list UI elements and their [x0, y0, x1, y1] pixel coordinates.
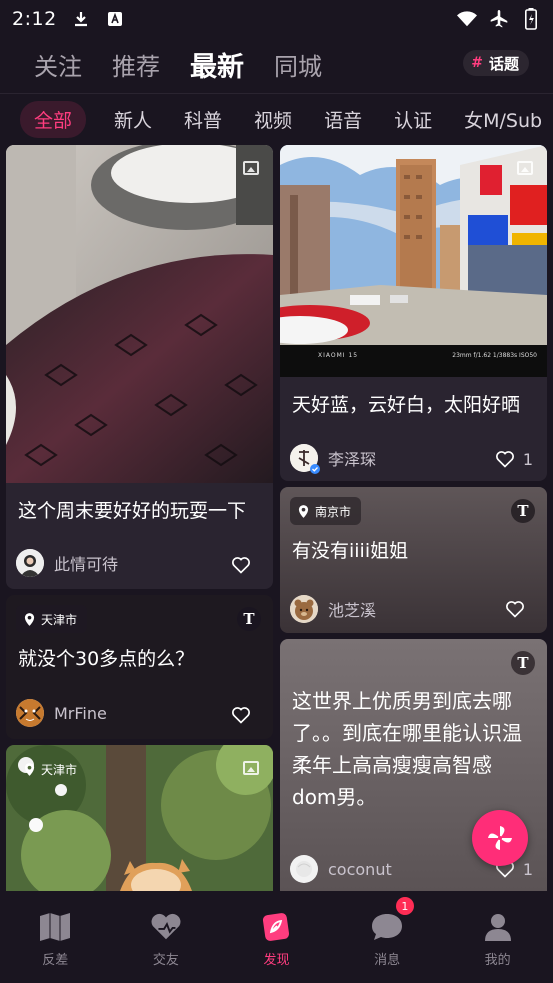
- category-all[interactable]: 全部: [20, 100, 87, 138]
- app-notification-icon: [105, 9, 125, 29]
- author-name: coconut: [328, 859, 392, 879]
- chat-icon: [370, 911, 404, 943]
- like-button[interactable]: [231, 705, 259, 725]
- camera-watermark-model: XIAOMI 15: [318, 352, 359, 359]
- post-title: 这世界上优质男到底去哪了。。到底在哪里能认识温柔年上高高瘦瘦高智感dom男。: [292, 689, 522, 809]
- like-button[interactable]: [231, 555, 259, 575]
- post-card[interactable]: XIAOMI 15 23mm f/1.62 1/3883s ISO50 天好蓝，…: [280, 145, 547, 481]
- like-count: 1: [522, 449, 533, 469]
- category-voice[interactable]: 语音: [324, 106, 362, 133]
- location-tag: 天津市: [16, 605, 88, 633]
- nav-profile[interactable]: 我的: [442, 891, 553, 983]
- author-name: 此情可待: [54, 555, 119, 574]
- post-card[interactable]: 天津市 T 就没个30多点的么？ MrFine: [6, 595, 273, 739]
- camera-watermark-params: 23mm f/1.62 1/3883s ISO50: [452, 352, 537, 359]
- create-post-button[interactable]: [472, 810, 528, 866]
- post-photo: [6, 145, 273, 483]
- tab-following[interactable]: 关注: [34, 47, 82, 82]
- post-title: 天好蓝，云好白，太阳好晒: [292, 394, 521, 416]
- post-title: 就没个30多点的么？: [18, 648, 195, 670]
- post-feed[interactable]: 这个周末要好好的玩耍一下 此情可待 天津市 T 就没个30多点的么？ MrFin…: [0, 143, 553, 891]
- post-author[interactable]: 池芝溪: [290, 595, 376, 623]
- heart-outline-icon: [232, 557, 250, 574]
- nav-label: 我的: [484, 953, 511, 968]
- battery-charging-icon: [521, 8, 541, 30]
- post-card[interactable]: 天津市: [6, 745, 273, 891]
- text-post-icon: T: [511, 651, 535, 675]
- post-author[interactable]: 此情可待: [16, 549, 118, 577]
- nav-discover[interactable]: 发现: [221, 891, 332, 983]
- avatar: [290, 855, 318, 883]
- airplane-mode-icon: [489, 9, 509, 29]
- avatar: [290, 444, 320, 474]
- book-icon: [38, 911, 72, 943]
- clock: 2:12: [12, 8, 57, 30]
- profile-icon: [481, 911, 515, 943]
- post-card[interactable]: 南京市 T 有没有iiii姐姐 池芝溪: [280, 487, 547, 633]
- download-icon: [71, 9, 91, 29]
- post-author[interactable]: MrFine: [16, 699, 107, 727]
- topic-button-label: 话题: [488, 54, 519, 73]
- heart-icon: [149, 911, 183, 943]
- image-type-icon: [243, 761, 259, 775]
- post-author[interactable]: 李泽琛: [290, 444, 377, 474]
- like-button[interactable]: 1: [495, 449, 533, 469]
- heart-outline-icon: [506, 601, 524, 618]
- location-label: 天津市: [41, 762, 78, 777]
- location-pin-icon: [24, 612, 35, 626]
- location-label: 天津市: [41, 612, 78, 627]
- bottom-nav: 反差 交友 发现 1 消息 我的: [0, 891, 553, 983]
- category-female-sub[interactable]: 女M/Sub: [464, 106, 542, 133]
- image-type-icon: [517, 161, 533, 175]
- avatar: [290, 595, 318, 623]
- nav-label: 消息: [374, 953, 401, 968]
- category-tab-bar: 全部 新人 科普 视频 语音 认证 女M/Sub: [0, 98, 553, 140]
- hashtag-icon: #: [471, 55, 483, 71]
- text-post-icon: T: [511, 499, 535, 523]
- post-author[interactable]: coconut: [290, 855, 392, 883]
- nav-dating[interactable]: 交友: [111, 891, 222, 983]
- discover-icon: [259, 911, 293, 943]
- heart-outline-icon: [232, 707, 250, 724]
- nav-label: 反差: [42, 953, 69, 968]
- nav-contrast[interactable]: 反差: [0, 891, 111, 983]
- avatar: [16, 549, 44, 577]
- author-name: 李泽琛: [328, 450, 377, 469]
- tab-nearby[interactable]: 同城: [274, 47, 322, 82]
- text-post-icon: T: [237, 607, 261, 631]
- nav-label: 交友: [152, 953, 179, 968]
- location-pin-icon: [298, 504, 309, 518]
- avatar: [16, 699, 44, 727]
- post-photo: XIAOMI 15 23mm f/1.62 1/3883s ISO50: [280, 145, 547, 377]
- tab-recommended[interactable]: 推荐: [112, 47, 160, 82]
- wifi-icon: [457, 9, 477, 29]
- location-pin-icon: [24, 762, 35, 776]
- like-button[interactable]: [505, 599, 533, 619]
- location-label: 南京市: [315, 504, 352, 519]
- post-card[interactable]: 这个周末要好好的玩耍一下 此情可待: [6, 145, 273, 589]
- post-title: 有没有iiii姐姐: [292, 540, 409, 562]
- pinwheel-icon: [488, 826, 512, 850]
- divider: [0, 93, 553, 94]
- category-science[interactable]: 科普: [184, 106, 222, 133]
- author-name: MrFine: [54, 703, 107, 723]
- category-verified[interactable]: 认证: [394, 106, 432, 133]
- nav-messages[interactable]: 1 消息: [332, 891, 443, 983]
- tab-latest[interactable]: 最新: [190, 45, 244, 84]
- category-video[interactable]: 视频: [254, 106, 292, 133]
- nav-label: 发现: [263, 953, 290, 968]
- post-title: 这个周末要好好的玩耍一下: [18, 500, 247, 522]
- verified-badge-icon: [310, 464, 320, 474]
- author-name: 池芝溪: [328, 601, 377, 620]
- heart-outline-icon: [495, 451, 514, 468]
- status-bar: 2:12: [0, 0, 553, 38]
- like-count: 1: [522, 859, 533, 879]
- unread-badge: 1: [395, 897, 414, 915]
- image-type-icon: [243, 161, 259, 175]
- location-tag: 天津市: [16, 755, 87, 783]
- topic-button[interactable]: # 话题: [463, 50, 529, 76]
- top-tab-bar: 关注 推荐 最新 同城 # 话题: [0, 38, 553, 90]
- category-newcomer[interactable]: 新人: [114, 106, 152, 133]
- location-tag: 南京市: [290, 497, 362, 525]
